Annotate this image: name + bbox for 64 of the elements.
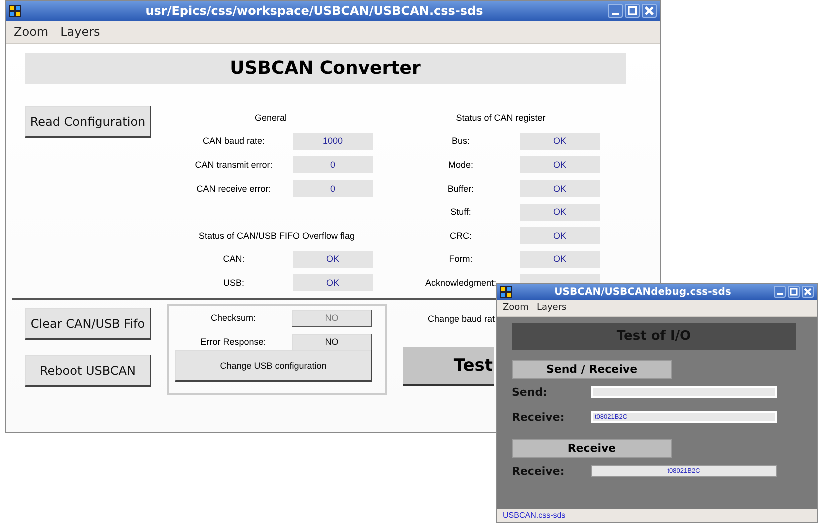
field-label: Buffer: [446, 184, 476, 194]
value-display: OK [520, 227, 600, 244]
field-label: Checksum: [210, 313, 257, 323]
action-button[interactable]: Clear CAN/USB Fifo [25, 308, 151, 340]
close-icon [803, 287, 813, 297]
maximize-icon [626, 5, 639, 17]
value-display: OK [520, 180, 600, 198]
field-label: CAN: [222, 254, 246, 264]
value-display: OK [520, 250, 600, 268]
read-configuration-button[interactable]: Read Configuration [25, 106, 151, 138]
section-title: Status of CAN/USB FIFO Overflow flag [198, 230, 356, 241]
field-label: USB: [222, 278, 246, 288]
value-display: OK [293, 250, 373, 268]
field-label: Bus: [450, 136, 471, 146]
close-icon [643, 5, 656, 17]
field-label: Error Response: [200, 337, 268, 347]
minimize-button[interactable] [774, 286, 786, 298]
panel-heading: USBCAN Converter [25, 53, 626, 84]
change-usb-button[interactable]: Change USB configuration [175, 350, 372, 382]
menu-item[interactable]: Zoom [14, 25, 49, 39]
minimize-icon [777, 293, 783, 295]
value-display: OK [520, 132, 600, 150]
maximize-icon [789, 287, 799, 297]
section-title: Receive [512, 439, 672, 458]
value-display: OK [520, 156, 600, 174]
window-title: USBCAN/USBCANdebug.css-sds [554, 286, 732, 298]
value-display: 1000 [293, 132, 373, 150]
maximize-button[interactable] [625, 4, 640, 18]
test-button[interactable]: Test [403, 347, 494, 386]
value-display: 0 [293, 156, 373, 174]
field-label: Receive: [512, 410, 566, 424]
field-label: CAN baud rate: [202, 136, 266, 146]
section-title: General [254, 112, 288, 123]
field-label: Send: [512, 386, 548, 398]
section-title: Status of CAN register [455, 112, 547, 123]
value-display: 0 [293, 180, 373, 198]
status-bar: USBCAN.css-sds [497, 509, 817, 522]
field-label: CRC: [449, 230, 473, 241]
menu-item[interactable]: Zoom [503, 303, 529, 313]
minimize-icon [612, 13, 620, 15]
field-label: Receive: [512, 464, 566, 478]
minimize-button[interactable] [608, 4, 623, 18]
menu-item[interactable]: Layers [536, 303, 567, 313]
input-field[interactable] [591, 386, 777, 398]
value-display: OK [520, 204, 600, 221]
close-button[interactable] [802, 286, 814, 298]
panel-heading: Test of I/O [512, 323, 796, 350]
field-label: Acknowledgment: [424, 278, 498, 288]
field-label: Stuff: [450, 207, 472, 218]
app-icon [9, 5, 21, 17]
field-label: CAN transmit error: [194, 160, 274, 170]
section-title: Send / Receive [512, 360, 672, 379]
field-label: Change baud rat [428, 314, 496, 324]
close-button[interactable] [642, 4, 657, 18]
window-title: usr/Epics/css/workspace/USBCAN/USBCAN.css-sds [144, 4, 484, 18]
toggle-button[interactable]: NO [292, 334, 372, 350]
value-display: OK [293, 274, 373, 292]
maximize-button[interactable] [788, 286, 800, 298]
field-label: Mode: [447, 160, 474, 170]
menu-item[interactable]: Layers [60, 25, 100, 39]
app-icon [500, 286, 512, 298]
field-label: Form: [448, 254, 474, 264]
field-label: CAN receive error: [196, 184, 272, 194]
action-button[interactable]: Reboot USBCAN [25, 355, 151, 387]
